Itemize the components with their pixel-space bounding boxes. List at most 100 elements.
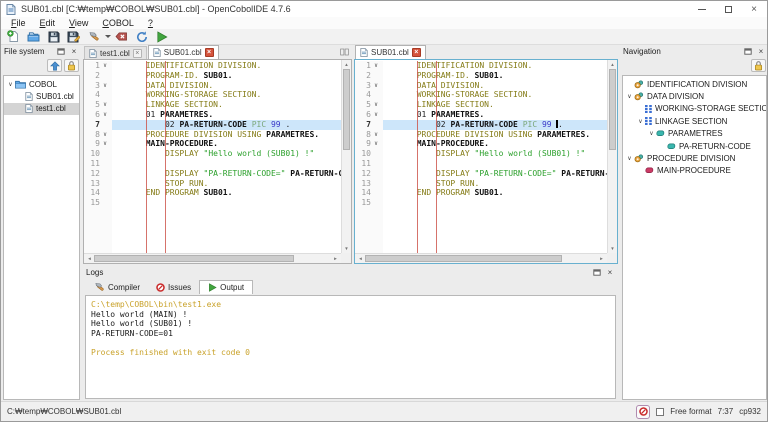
fold-marker-icon[interactable]: ∨: [371, 139, 381, 149]
file-tree: ∨ COBOL SUB01.cbl test1.cbl: [3, 75, 80, 400]
editor-right[interactable]: 1 ∨ 2 3 ∨ 4 5 ∨ 6 ∨ 7 8 ∨ 9 ∨ 10 11 12 13 14 15 IDENTIFICATI…: [354, 59, 618, 264]
lock-path-button[interactable]: [64, 59, 79, 72]
new-file-button[interactable]: [4, 29, 23, 44]
scroll-down-icon[interactable]: ▼: [342, 244, 351, 253]
tab-test1-cbl-left[interactable]: test1.cbl ×: [84, 46, 147, 59]
nav-tree-item-procedure-division[interactable]: ∨ PROCEDURE DIVISION: [623, 152, 766, 164]
free-format-checkbox[interactable]: [656, 407, 665, 416]
rebuild-button[interactable]: [132, 29, 151, 44]
float-panel-icon[interactable]: [56, 47, 66, 57]
fold-marker-icon: [100, 149, 110, 159]
fold-marker-icon[interactable]: ∨: [371, 100, 381, 110]
tab-sub01-cbl-left[interactable]: SUB01.cbl ×: [147, 45, 219, 59]
save-as-button[interactable]: [64, 29, 83, 44]
fold-marker-icon[interactable]: ∨: [371, 61, 381, 71]
scroll-up-icon[interactable]: ▲: [342, 60, 351, 69]
tree-item-label: PROCEDURE DIVISION: [647, 154, 736, 164]
file-system-header: File system ×: [1, 45, 82, 58]
fold-marker-icon[interactable]: ∨: [100, 81, 110, 91]
horizontal-scrollbar[interactable]: ◄ ►: [84, 253, 341, 263]
tab-sub01-cbl-right[interactable]: SUB01.cbl ×: [355, 45, 426, 59]
scroll-left-icon[interactable]: ◄: [356, 254, 365, 263]
run-button[interactable]: [152, 29, 171, 44]
close-panel-icon[interactable]: ×: [69, 47, 79, 57]
expander-icon[interactable]: ∨: [6, 81, 15, 88]
nav-tree-item-data-division[interactable]: ∨ DATA DIVISION: [623, 90, 766, 102]
scroll-up-icon[interactable]: ▲: [608, 60, 617, 69]
scrollbar-thumb[interactable]: [365, 255, 562, 262]
expander-icon[interactable]: ∨: [625, 155, 634, 162]
compile-dropdown-arrow[interactable]: [105, 35, 111, 38]
float-logs-icon[interactable]: [592, 268, 602, 278]
scrollbar-thumb[interactable]: [343, 69, 350, 151]
split-editor-icon[interactable]: [340, 48, 349, 56]
nav-tree-item-working-storage-section[interactable]: WORKING-STORAGE SECTION: [623, 103, 766, 115]
fold-marker-icon[interactable]: ∨: [100, 110, 110, 120]
menu-item-cobol[interactable]: COBOL: [95, 18, 141, 28]
fold-marker-icon[interactable]: ∨: [371, 130, 381, 140]
tab-close-icon[interactable]: ×: [132, 48, 142, 58]
scroll-left-icon[interactable]: ◄: [85, 254, 94, 263]
fold-marker-icon[interactable]: ∨: [371, 81, 381, 91]
goto-parent-button[interactable]: [47, 59, 62, 72]
fold-marker-icon[interactable]: ∨: [371, 110, 381, 120]
fold-marker-icon[interactable]: ∨: [100, 139, 110, 149]
cancel-button[interactable]: [112, 29, 131, 44]
logs-tab-compiler[interactable]: Compiler: [86, 280, 148, 294]
expander-icon[interactable]: ∨: [636, 118, 645, 125]
tab-label: SUB01.cbl: [371, 48, 409, 57]
tab-close-icon[interactable]: ×: [411, 48, 421, 57]
fold-marker-icon[interactable]: ∨: [100, 61, 110, 71]
nav-tree-item-pa-return-code[interactable]: PA-RETURN-CODE: [623, 140, 766, 152]
close-window-button[interactable]: ×: [741, 1, 767, 17]
menu-item-view[interactable]: View: [62, 18, 95, 28]
open-file-button[interactable]: [24, 29, 43, 44]
fold-marker-icon[interactable]: ∨: [100, 100, 110, 110]
scroll-right-icon[interactable]: ►: [331, 254, 340, 263]
file-system-panel: File system × ∨ COBOL SUB01.cbl test1.cbl: [1, 45, 82, 403]
nav-tree-item-linkage-section[interactable]: ∨ LINKAGE SECTION: [623, 115, 766, 127]
tab-label: SUB01.cbl: [163, 48, 202, 57]
editor-tab-bar-left: test1.cbl × SUB01.cbl ×: [83, 45, 352, 59]
nav-tree-item-identification-division[interactable]: IDENTIFICATION DIVISION: [623, 78, 766, 90]
menu-item-file[interactable]: File: [4, 18, 33, 28]
vertical-scrollbar[interactable]: ▲ ▼: [607, 60, 617, 253]
code-area[interactable]: IDENTIFICATION DIVISION. PROGRAM-ID. SUB…: [112, 61, 341, 253]
logs-title: Logs: [86, 268, 104, 277]
vertical-scrollbar[interactable]: ▲ ▼: [341, 60, 351, 253]
file-tree-item-cobol[interactable]: ∨ COBOL: [4, 78, 79, 90]
expander-icon[interactable]: ∨: [647, 130, 656, 137]
lock-navigation-button[interactable]: [751, 59, 766, 72]
save-button[interactable]: [44, 29, 63, 44]
close-navigation-icon[interactable]: ×: [756, 47, 766, 57]
maximize-button[interactable]: [715, 1, 741, 17]
app-window: SUB01.cbl [C:₩temp₩COBOL₩SUB01.cbl] - Op…: [0, 0, 768, 422]
tab-close-icon[interactable]: ×: [204, 48, 214, 57]
status-bar: C:₩temp₩COBOL₩SUB01.cbl Free format 7:37…: [1, 401, 767, 421]
scrollbar-thumb[interactable]: [94, 255, 295, 262]
scrollbar-thumb[interactable]: [609, 69, 616, 151]
nav-tree-item-parametres[interactable]: ∨ PARAMETRES: [623, 128, 766, 140]
logs-tab-output[interactable]: Output: [199, 280, 254, 294]
fold-marker-icon[interactable]: ∨: [100, 130, 110, 140]
horizontal-scrollbar[interactable]: ◄ ►: [355, 253, 607, 263]
nav-tree-item-main-procedure[interactable]: MAIN-PROCEDURE: [623, 165, 766, 177]
menu-item-edit[interactable]: Edit: [33, 18, 63, 28]
close-logs-icon[interactable]: ×: [605, 268, 615, 278]
file-tree-item-test1-cbl[interactable]: test1.cbl: [4, 102, 79, 116]
file-tree-item-sub01-cbl[interactable]: SUB01.cbl: [4, 90, 79, 102]
scroll-down-icon[interactable]: ▼: [608, 244, 617, 253]
minimize-button[interactable]: [689, 1, 715, 17]
float-navigation-icon[interactable]: [743, 47, 753, 57]
editor-left[interactable]: 1 ∨ 2 3 ∨ 4 5 ∨ 6 ∨ 7 8 ∨ 9 ∨ 10 11 12 13 14 15 IDENTIFICATI…: [83, 59, 352, 264]
logs-tab-issues[interactable]: Issues: [148, 280, 199, 294]
code-area[interactable]: IDENTIFICATION DIVISION. PROGRAM-ID. SUB…: [383, 61, 607, 253]
menu-item-help[interactable]: ?: [141, 18, 160, 28]
fold-marker-icon: [371, 198, 381, 208]
compile-button[interactable]: [84, 29, 103, 44]
issues-indicator-button[interactable]: [636, 404, 651, 419]
expander-icon[interactable]: ∨: [625, 93, 634, 100]
output-console[interactable]: C:\temp\COBOL\bin\test1.exe Hello world (…: [85, 295, 616, 399]
scroll-right-icon[interactable]: ►: [597, 254, 606, 263]
